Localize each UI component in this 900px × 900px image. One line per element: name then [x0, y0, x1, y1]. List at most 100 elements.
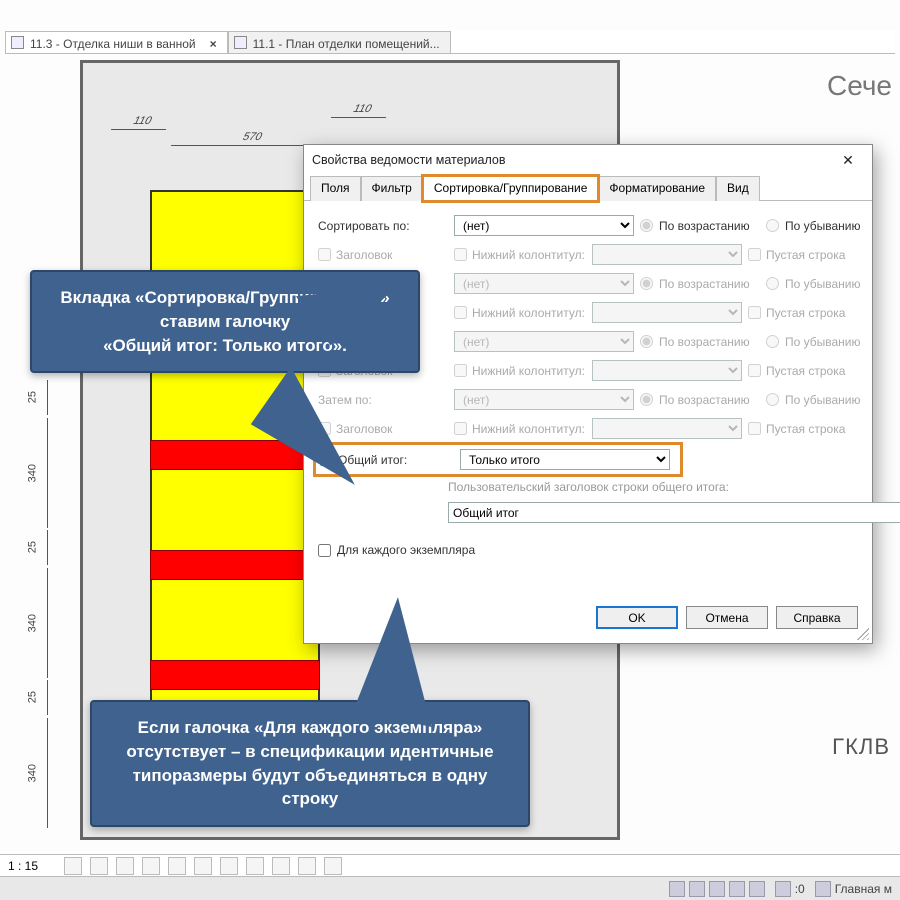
- close-icon[interactable]: ×: [210, 37, 217, 51]
- ascending-radio: По возрастанию: [640, 393, 760, 407]
- crop-icon[interactable]: [168, 857, 186, 875]
- custom-total-title-input[interactable]: [448, 502, 900, 523]
- dialog-titlebar[interactable]: Свойства ведомости материалов ✕: [304, 145, 872, 175]
- shelf: [150, 660, 320, 690]
- custom-total-title-label: Пользовательский заголовок строки общего…: [448, 480, 858, 494]
- section-title: Сече: [827, 70, 892, 102]
- tab-sorting-grouping[interactable]: Сортировка/Группирование: [423, 176, 599, 201]
- footer-checkbox: Нижний колонтитул:: [454, 422, 586, 436]
- footer-checkbox: Нижний колонтитул:: [454, 248, 586, 262]
- footer-select: [592, 302, 742, 323]
- ascending-radio: По возрастанию: [640, 335, 760, 349]
- shadows-icon[interactable]: [116, 857, 134, 875]
- tab-filter[interactable]: Фильтр: [361, 176, 423, 201]
- ok-button[interactable]: OK: [596, 606, 678, 629]
- help-button[interactable]: Справка: [776, 606, 858, 629]
- model-icon: [815, 881, 831, 897]
- then-by-select: (нет): [454, 389, 634, 410]
- temporary-hide-icon[interactable]: [246, 857, 264, 875]
- footer-checkbox: Нижний колонтитул:: [454, 306, 586, 320]
- select-links-icon[interactable]: [669, 881, 685, 897]
- blankline-checkbox: Пустая строка: [748, 306, 858, 320]
- select-underlay-icon[interactable]: [689, 881, 705, 897]
- dialog-tabs: Поля Фильтр Сортировка/Группирование Фор…: [304, 175, 872, 201]
- visual-style-icon[interactable]: [64, 857, 82, 875]
- ascending-radio: По возрастанию: [640, 277, 760, 291]
- callout-line: отсутствует – в спецификации идентичные: [110, 740, 510, 764]
- close-button[interactable]: ✕: [832, 149, 864, 171]
- filter-count[interactable]: :0: [775, 881, 805, 897]
- callout-line: Если галочка «Для каждого экземпляра»: [110, 716, 510, 740]
- main-model-label: Главная м: [835, 882, 892, 896]
- tab-appearance[interactable]: Вид: [716, 176, 760, 201]
- dialog-title: Свойства ведомости материалов: [312, 153, 505, 167]
- document-tabs: 11.3 - Отделка ниши в ванной × 11.1 - Пл…: [5, 30, 895, 54]
- document-tab-label: 11.1 - План отделки помещений...: [253, 37, 440, 51]
- header-checkbox: Заголовок: [318, 248, 448, 262]
- blankline-checkbox: Пустая строка: [748, 364, 858, 378]
- sort-row-4: Затем по: (нет) По возрастанию По убыван…: [318, 389, 858, 410]
- view-control-bar: 1 : 15: [0, 854, 900, 876]
- document-tab[interactable]: 11.1 - План отделки помещений...: [228, 31, 451, 53]
- footer-select: [592, 244, 742, 265]
- shelf: [150, 550, 320, 580]
- sort-by-label: Сортировать по:: [318, 219, 448, 233]
- select-face-icon[interactable]: [729, 881, 745, 897]
- rendering-icon[interactable]: [142, 857, 160, 875]
- callout-line: типоразмеры будут объединяться в одну ст…: [110, 764, 510, 812]
- view-scale[interactable]: 1 : 15: [8, 859, 56, 873]
- footer-checkbox: Нижний колонтитул:: [454, 364, 586, 378]
- dimension: 340: [18, 568, 48, 678]
- descending-radio: По убыванию: [766, 393, 876, 407]
- dimension: 25: [18, 680, 48, 715]
- footer-select: [592, 418, 742, 439]
- tab-fields[interactable]: Поля: [310, 176, 361, 201]
- document-tab-active[interactable]: 11.3 - Отделка ниши в ванной ×: [5, 31, 228, 53]
- sun-path-icon[interactable]: [90, 857, 108, 875]
- worksharing-icon[interactable]: [298, 857, 316, 875]
- crop-region-icon[interactable]: [194, 857, 212, 875]
- descending-radio[interactable]: По убыванию: [766, 219, 876, 233]
- ascending-radio[interactable]: По возрастанию: [640, 219, 760, 233]
- blankline-checkbox: Пустая строка: [748, 248, 858, 262]
- footer-select: [592, 360, 742, 381]
- cancel-button[interactable]: Отмена: [686, 606, 768, 629]
- analytical-icon[interactable]: [324, 857, 342, 875]
- dimension: 340: [18, 718, 48, 828]
- selection-options[interactable]: [669, 881, 765, 897]
- grand-total-select[interactable]: Только итого: [460, 449, 670, 470]
- dimension: 25: [18, 380, 48, 415]
- sort-row-1-sub: Заголовок Нижний колонтитул: Пустая стро…: [318, 244, 858, 265]
- sort-row-4-sub: Заголовок Нижний колонтитул: Пустая стро…: [318, 418, 858, 439]
- then-by-select: (нет): [454, 331, 634, 352]
- sort-by-select[interactable]: (нет): [454, 215, 634, 236]
- filter-count-value: :0: [795, 882, 805, 896]
- drag-elements-icon[interactable]: [749, 881, 765, 897]
- schedule-icon: [234, 36, 247, 49]
- filter-icon: [775, 881, 791, 897]
- schedule-icon: [11, 36, 24, 49]
- per-instance-checkbox[interactable]: Для каждого экземпляра: [318, 543, 858, 557]
- main-model-status[interactable]: Главная м: [815, 881, 892, 897]
- dimension: 110: [331, 100, 394, 118]
- resize-grip[interactable]: [857, 628, 869, 640]
- descending-radio: По убыванию: [766, 277, 876, 291]
- dimension: 25: [18, 530, 48, 565]
- material-label: ГКЛВ: [832, 734, 890, 760]
- lock-icon[interactable]: [220, 857, 238, 875]
- schedule-properties-dialog: Свойства ведомости материалов ✕ Поля Фил…: [303, 144, 873, 644]
- dialog-body: Сортировать по: (нет) По возрастанию По …: [304, 201, 872, 596]
- callout-bottom: Если галочка «Для каждого экземпляра» от…: [90, 700, 530, 827]
- document-tab-label: 11.3 - Отделка ниши в ванной: [30, 37, 196, 51]
- select-pinned-icon[interactable]: [709, 881, 725, 897]
- status-bar: :0 Главная м: [0, 876, 900, 900]
- sort-row-1: Сортировать по: (нет) По возрастанию По …: [318, 215, 858, 236]
- callout-line: «Общий итог: Только итого».: [50, 334, 400, 358]
- blankline-checkbox: Пустая строка: [748, 422, 858, 436]
- reveal-hidden-icon[interactable]: [272, 857, 290, 875]
- tab-formatting[interactable]: Форматирование: [598, 176, 716, 201]
- dimension: 340: [18, 418, 48, 528]
- descending-radio: По убыванию: [766, 335, 876, 349]
- then-by-select: (нет): [454, 273, 634, 294]
- dimension: 110: [111, 112, 174, 130]
